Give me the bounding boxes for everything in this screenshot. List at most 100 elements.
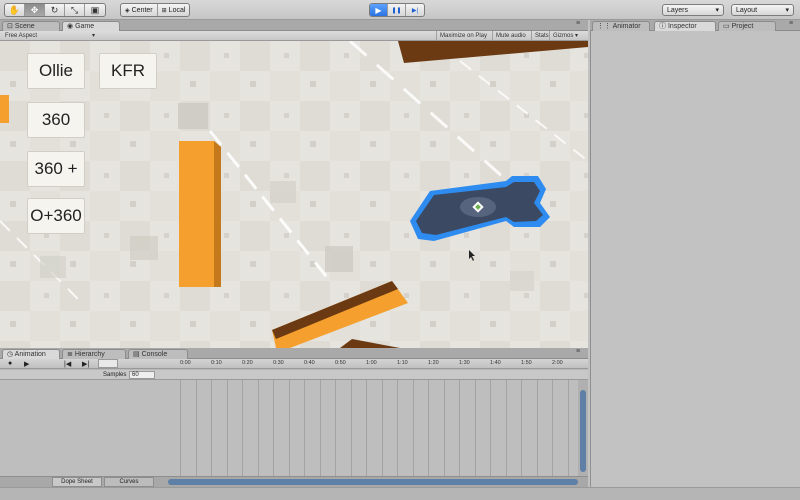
scroll-thumb[interactable] — [580, 390, 586, 472]
grid-line — [567, 380, 569, 478]
scale-icon[interactable]: ⤡ — [65, 4, 85, 16]
curves-tab[interactable]: Curves — [104, 477, 154, 487]
grid-line — [304, 380, 305, 478]
play-icon[interactable]: ▶ — [24, 360, 29, 368]
next-key-icon[interactable]: ▶| — [82, 360, 89, 368]
prev-key-icon[interactable]: |◀ — [64, 360, 71, 368]
ollie-360-button[interactable]: O+360 — [27, 198, 85, 234]
local-icon: ⊞ — [161, 7, 167, 14]
animation-footer: Dope Sheet Curves — [0, 476, 588, 487]
samples-input[interactable]: 60 — [129, 371, 155, 379]
kfr-button[interactable]: KFR — [99, 53, 157, 89]
tab-inspector[interactable]: ⓘ Inspector — [654, 21, 716, 31]
time-ruler[interactable]: 0:00 0:10 0:20 0:30 0:40 0:50 1:00 1:10 1:20 1:30… — [180, 359, 580, 369]
pause-icon: ❚❚ — [391, 7, 402, 14]
layout-dropdown[interactable]: Layout ▾ — [731, 4, 794, 16]
move-icon[interactable]: ✥ — [25, 4, 45, 16]
game-viewport[interactable]: Ollie KFR 360 360 + O+360 — [0, 41, 588, 348]
game-scene-graphic — [0, 41, 588, 348]
step-button[interactable]: ▶| — [406, 4, 424, 16]
grid-line — [521, 380, 522, 478]
horizontal-scroll-thumb[interactable] — [168, 479, 578, 485]
tab-game-label: Game — [75, 23, 95, 30]
ruler-tick-label: 0:50 — [335, 360, 346, 366]
play-icon: ▶ — [375, 5, 382, 15]
tab-hierarchy-label: Hierarchy — [74, 351, 105, 358]
tab-project[interactable]: ▭ Project — [718, 21, 776, 31]
rotate-icon[interactable]: ↻ — [45, 4, 65, 16]
animation-panel: ● ▶ |◀ ▶| 0:00 0:10 0:20 0:30 0:40 0:50 1:00 1:… — [0, 359, 588, 487]
grid-line — [226, 380, 228, 478]
record-icon[interactable]: ● — [8, 360, 12, 367]
inspector-panel — [590, 31, 800, 487]
ruler-tick-label: 0:20 — [242, 360, 253, 366]
tab-animation[interactable]: ◷ Animation — [2, 349, 60, 359]
grid-line — [350, 380, 352, 478]
ollie-button[interactable]: Ollie — [27, 53, 85, 89]
rect-icon[interactable]: ▣ — [85, 4, 105, 16]
game-icon: ◉ — [67, 23, 74, 30]
ruler-tick-label: 1:40 — [490, 360, 501, 366]
grid-line — [459, 380, 460, 478]
grid-line — [536, 380, 538, 478]
scene-icon: ⊡ — [7, 23, 13, 30]
panel-menu-icon[interactable]: ≡ — [576, 20, 580, 27]
chevron-down-icon: ▾ — [715, 7, 719, 14]
pause-button[interactable]: ❚❚ — [388, 4, 406, 16]
tab-inspector-label: Inspector — [667, 23, 697, 30]
hand-icon[interactable]: ✋ — [5, 4, 25, 16]
mute-audio-toggle[interactable]: Mute audio — [492, 31, 529, 41]
grid-line — [412, 380, 414, 478]
gizmos-label: Gizmos — [553, 33, 574, 39]
info-icon: ⓘ — [659, 23, 666, 30]
hierarchy-icon: ≣ — [67, 351, 73, 358]
pivot-toggles: ◈ Center ⊞ Local — [120, 3, 191, 17]
transform-tools: ✋ ✥ ↻ ⤡ ▣ — [4, 3, 106, 17]
pivot-center-button[interactable]: ◈ Center — [121, 4, 158, 16]
ruler-tick-label: 2:00 — [552, 360, 563, 366]
layers-dropdown[interactable]: Layers ▾ — [662, 4, 724, 16]
tab-hierarchy[interactable]: ≣ Hierarchy — [62, 349, 126, 359]
play-button[interactable]: ▶ — [370, 4, 388, 16]
trick-360-button[interactable]: 360 — [27, 102, 85, 138]
grid-line — [195, 380, 197, 478]
ruler-tick-label: 0:10 — [211, 360, 222, 366]
view-tabstrip: ⊡ Scene ◉ Game ≡ — [0, 20, 588, 31]
grid-line — [366, 380, 367, 478]
aspect-dropdown[interactable]: Free Aspect ▾ — [2, 31, 98, 41]
grid-line — [257, 380, 259, 478]
animator-icon: ⋮⋮ — [597, 23, 611, 30]
dope-sheet-tab[interactable]: Dope Sheet — [52, 477, 102, 487]
panel-menu-icon[interactable]: ≡ — [789, 20, 793, 27]
tab-console-label: Console — [141, 351, 168, 358]
samples-label: Samples — [103, 372, 127, 378]
pivot-icon: ◈ — [125, 7, 130, 14]
frame-field[interactable] — [98, 359, 118, 368]
vertical-scrollbar[interactable] — [578, 380, 588, 476]
ruler-tick-label: 0:00 — [180, 360, 191, 366]
trick-360-plus-button[interactable]: 360 + — [27, 151, 85, 187]
gizmos-dropdown[interactable]: Gizmos ▾ — [549, 31, 581, 41]
ruler-tick-label: 1:10 — [397, 360, 408, 366]
tab-scene-label: Scene — [14, 23, 35, 30]
local-label: Local — [168, 6, 186, 14]
panel-menu-icon[interactable]: ≡ — [576, 348, 580, 355]
animation-toolbar: ● ▶ |◀ ▶| 0:00 0:10 0:20 0:30 0:40 0:50 1:00 1:… — [0, 359, 588, 369]
pivot-local-button[interactable]: ⊞ Local — [158, 4, 190, 16]
grid-line — [319, 380, 321, 478]
grid-line — [288, 380, 290, 478]
status-bar — [0, 487, 800, 500]
main-toolbar: ✋ ✥ ↻ ⤡ ▣ ◈ Center ⊞ Local ▶ ❚❚ ▶| Layer… — [0, 0, 800, 20]
dopesheet-grid[interactable] — [0, 380, 578, 478]
tab-console[interactable]: ▤ Console — [128, 349, 188, 359]
ruler-tick-label: 1:00 — [366, 360, 377, 366]
tab-animator[interactable]: ⋮⋮ Animator — [592, 21, 650, 31]
tab-game[interactable]: ◉ Game — [62, 21, 120, 31]
folder-icon: ▭ — [723, 23, 730, 30]
ruler-tick-label: 0:30 — [273, 360, 284, 366]
maximize-on-play-toggle[interactable]: Maximize on Play — [436, 31, 490, 41]
grid-line — [273, 380, 274, 478]
grid-line — [490, 380, 491, 478]
tab-scene[interactable]: ⊡ Scene — [2, 21, 60, 31]
grid-line — [428, 380, 429, 478]
